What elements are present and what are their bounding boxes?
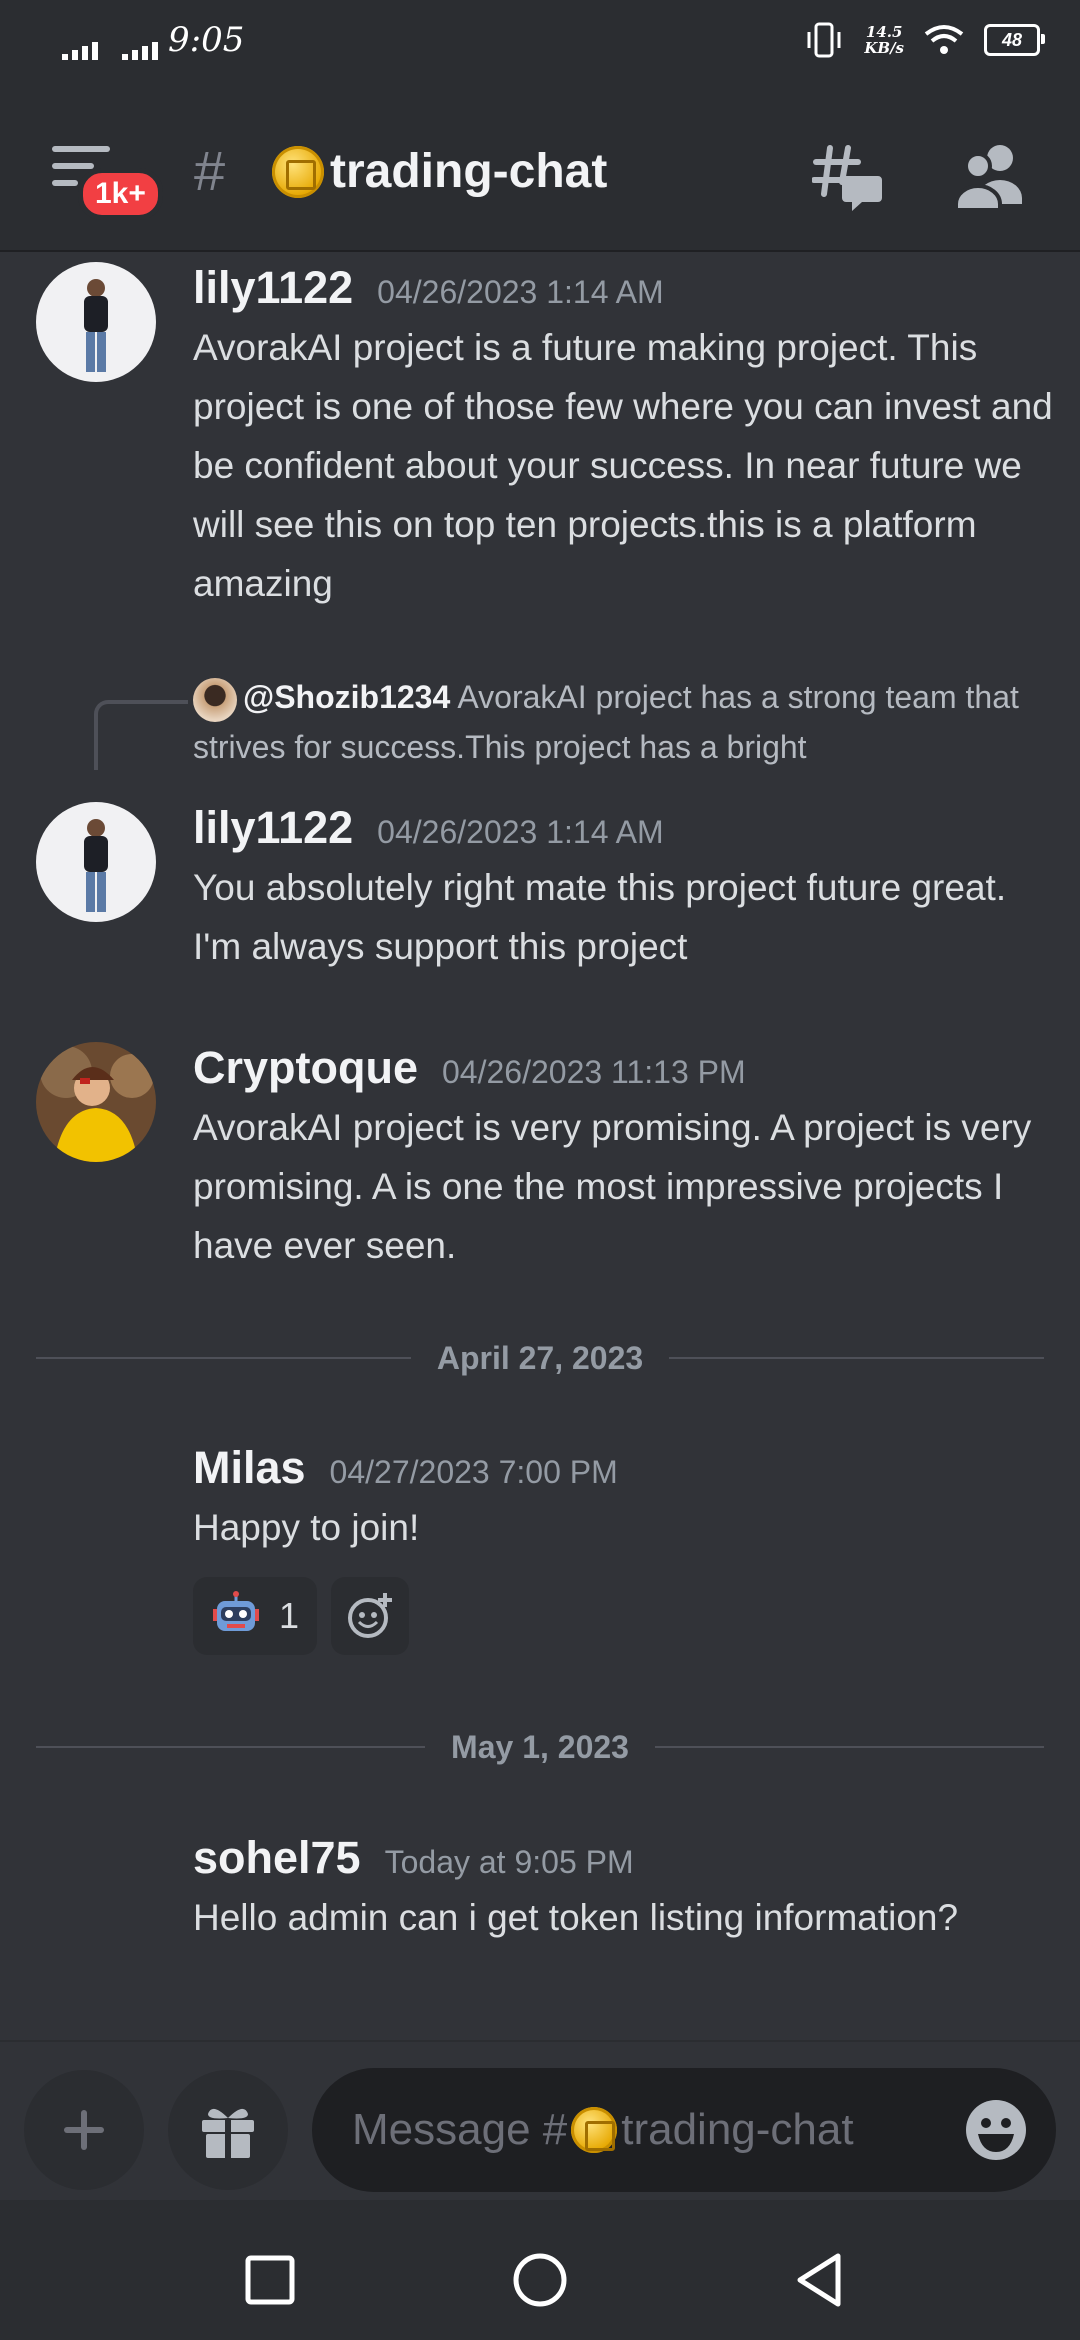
date-divider-label: April 27, 2023 bbox=[436, 1339, 644, 1376]
timestamp: 04/26/2023 1:14 AM bbox=[377, 814, 664, 850]
reply-spine bbox=[94, 700, 188, 770]
avatar[interactable] bbox=[36, 802, 156, 922]
signal-icon-2 bbox=[122, 40, 158, 60]
message-text: Hello admin can i get token listing info… bbox=[193, 1897, 959, 1938]
reaction-robot[interactable]: 1 bbox=[193, 1577, 318, 1655]
reaction-count: 1 bbox=[279, 1595, 300, 1636]
reply-username: @Shozib1234 bbox=[243, 679, 451, 715]
menu-button[interactable]: 1k+ bbox=[52, 146, 163, 220]
message-input[interactable]: Message # trading-chat bbox=[312, 2068, 1056, 2192]
add-reaction-button[interactable] bbox=[331, 1577, 410, 1655]
username[interactable]: lily1122 bbox=[193, 802, 353, 854]
message-composer: Message # trading-chat bbox=[0, 2040, 1080, 2192]
recent-apps-icon[interactable] bbox=[240, 2250, 300, 2310]
message-text: AvorakAI project is a future making proj… bbox=[193, 327, 1053, 604]
timestamp: Today at 9:05 PM bbox=[384, 1844, 634, 1880]
date-divider: April 27, 2023 bbox=[36, 1338, 1044, 1378]
vibrate-icon bbox=[807, 22, 841, 58]
back-icon[interactable] bbox=[790, 2250, 850, 2310]
plus-icon bbox=[64, 2110, 104, 2150]
channel-name: trading-chat bbox=[330, 145, 608, 198]
channel-title[interactable]: trading-chat bbox=[272, 144, 607, 199]
wifi-icon bbox=[924, 25, 964, 54]
reply-avatar bbox=[193, 677, 237, 722]
coin-icon bbox=[272, 145, 324, 198]
signal-icon bbox=[62, 40, 98, 60]
robot-icon bbox=[213, 1591, 259, 1631]
timestamp: 04/27/2023 7:00 PM bbox=[329, 1454, 618, 1490]
threads-icon[interactable] bbox=[812, 142, 882, 212]
clock: 9:05 bbox=[168, 20, 245, 60]
avatar[interactable] bbox=[36, 1042, 156, 1162]
timestamp: 04/26/2023 11:13 PM bbox=[442, 1054, 746, 1090]
status-bar: 9:05 14.5 KB/s 48 bbox=[0, 0, 1080, 90]
message-list[interactable]: lily1122 04/26/2023 1:14 AM AvorakAI pro… bbox=[0, 252, 1080, 2040]
date-divider: May 1, 2023 bbox=[36, 1727, 1044, 1767]
message-placeholder: Message # trading-chat bbox=[352, 2105, 854, 2154]
avatar[interactable] bbox=[36, 262, 156, 382]
home-icon[interactable] bbox=[510, 2250, 570, 2310]
username[interactable]: Cryptoque bbox=[193, 1042, 418, 1094]
timestamp: 04/26/2023 1:14 AM bbox=[377, 274, 664, 310]
message-text: Happy to join! bbox=[193, 1507, 420, 1548]
channel-header: 1k+ # trading-chat bbox=[0, 90, 1080, 252]
message-text: You absolutely right mate this project f… bbox=[193, 867, 1007, 967]
battery-icon: 48 bbox=[984, 24, 1045, 56]
message-text: AvorakAI project is very promising. A pr… bbox=[193, 1107, 1032, 1266]
date-divider-label: May 1, 2023 bbox=[451, 1728, 629, 1765]
gift-icon bbox=[202, 2108, 254, 2158]
system-nav-bar bbox=[0, 2200, 1080, 2340]
gift-button[interactable] bbox=[168, 2070, 288, 2190]
reply-reference[interactable]: @Shozib1234 AvorakAI project has a stron… bbox=[193, 672, 1063, 772]
username[interactable]: sohel75 bbox=[193, 1832, 361, 1884]
emoji-icon[interactable] bbox=[964, 2098, 1028, 2162]
unread-badge: 1k+ bbox=[78, 168, 163, 220]
add-reaction-icon bbox=[348, 1593, 393, 1638]
channel-hash-icon: # bbox=[194, 139, 226, 202]
coin-icon bbox=[571, 2107, 618, 2153]
members-icon[interactable] bbox=[954, 142, 1026, 212]
network-speed: 14.5 KB/s bbox=[864, 23, 904, 57]
username[interactable]: Milas bbox=[193, 1442, 306, 1494]
attach-button[interactable] bbox=[24, 2070, 144, 2190]
username[interactable]: lily1122 bbox=[193, 262, 353, 314]
